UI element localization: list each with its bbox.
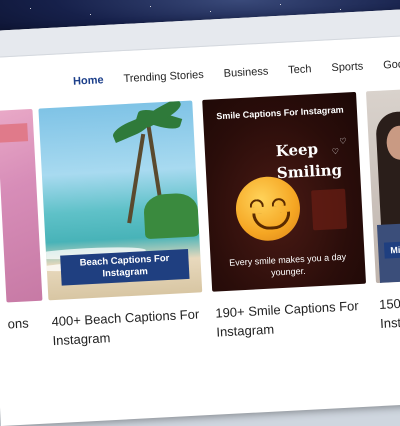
nav-sports[interactable]: Sports <box>321 60 373 75</box>
nav-god[interactable]: God <box>373 58 400 72</box>
card-4-title-line-2: Insta <box>379 314 400 331</box>
smile-emoji-icon <box>234 175 302 243</box>
heart-icon: ♡ <box>339 136 347 146</box>
card-4-image[interactable]: Mir <box>365 88 400 284</box>
heart-icon: ♡ <box>331 146 340 157</box>
article-cards: ons Beach Captions For Instagram 400+ Be… <box>0 82 400 375</box>
card-2-title[interactable]: 400+ Beach Captions For Instagram <box>51 304 201 350</box>
card-3-image-footer: Every smile makes you a day younger. <box>220 250 355 281</box>
nav-tech[interactable]: Tech <box>278 63 322 77</box>
smiling-text: Smiling <box>276 160 343 183</box>
card-3-image[interactable]: Smile Captions For Instagram Keep Smilin… <box>202 91 367 292</box>
emoji-mouth <box>252 211 292 231</box>
nav-business[interactable]: Business <box>213 65 278 80</box>
nav-trending-stories[interactable]: Trending Stories <box>113 68 214 85</box>
card-1-title-line-1: ons <box>7 315 29 332</box>
card-2-image[interactable]: Beach Captions For Instagram <box>38 100 203 301</box>
card-1-title[interactable]: ons <box>7 313 29 333</box>
card-4-title[interactable]: 150+ Insta <box>379 293 400 332</box>
nav-home[interactable]: Home <box>63 74 114 89</box>
card-3-image-header: Smile Captions For Instagram <box>216 104 344 122</box>
background-frame <box>311 188 348 231</box>
keep-smiling-text: Keep Smiling <box>275 137 342 184</box>
card-4-title-line-1: 150+ <box>378 295 400 313</box>
card-4-image-label: Mir <box>383 240 400 259</box>
foliage <box>143 192 200 240</box>
card-1-image[interactable] <box>0 108 43 303</box>
card-3-title[interactable]: 190+ Smile Captions For Instagram <box>215 296 360 341</box>
emoji-eye <box>271 197 286 207</box>
card-2-image-caption: Beach Captions For Instagram <box>60 248 190 286</box>
card-1-label-strip <box>0 123 29 143</box>
browser-window: Home Trending Stories Business Tech Spor… <box>0 8 400 426</box>
palm-trunk <box>127 133 146 224</box>
emoji-eye <box>249 198 264 208</box>
